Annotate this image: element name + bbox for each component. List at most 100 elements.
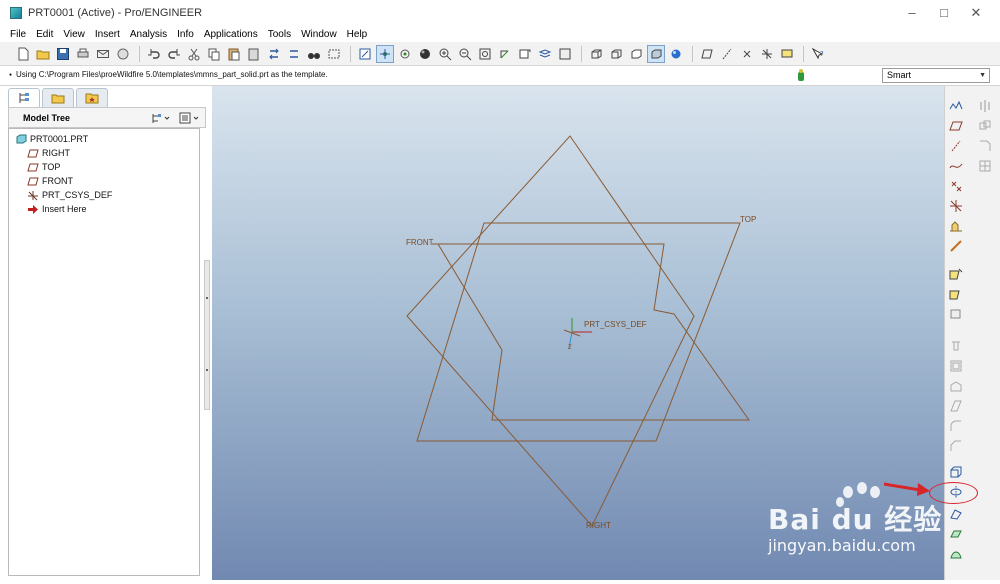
datum-plane-right[interactable] (406, 135, 695, 527)
regenerate-icon[interactable] (265, 45, 283, 63)
toolbar-separator (581, 45, 582, 62)
tab-favorites[interactable] (76, 88, 108, 107)
close-button[interactable]: ✕ (966, 4, 986, 22)
csys-tool-icon[interactable] (948, 198, 964, 214)
wireframe-icon[interactable] (587, 45, 605, 63)
tab-folder-browser[interactable] (42, 88, 74, 107)
csys-label: PRT_CSYS_DEF (584, 320, 647, 329)
menu-edit[interactable]: Edit (31, 29, 58, 40)
insert-feature-icon[interactable] (948, 238, 964, 254)
repaint-icon[interactable] (356, 45, 374, 63)
annotation-display-icon[interactable] (778, 45, 796, 63)
shading-icon[interactable] (647, 44, 665, 63)
print-icon[interactable] (74, 45, 92, 63)
rib-tool-icon[interactable] (948, 378, 964, 394)
menu-tools[interactable]: Tools (263, 29, 296, 40)
layers-icon[interactable] (536, 45, 554, 63)
tree-item-top[interactable]: TOP (27, 160, 60, 174)
selection-filter-dropdown[interactable]: Smart ▼ (882, 68, 990, 83)
zoom-in-icon[interactable] (436, 45, 454, 63)
toolbar-separator (139, 45, 140, 62)
zoom-out-icon[interactable] (456, 45, 474, 63)
copy-icon[interactable] (205, 45, 223, 63)
select-box-icon[interactable] (325, 45, 343, 63)
tree-item-front[interactable]: FRONT (27, 174, 73, 188)
email-attachment-icon[interactable] (114, 45, 132, 63)
open-folder-icon[interactable] (34, 45, 52, 63)
menu-insert[interactable]: Insert (90, 29, 125, 40)
context-help-icon[interactable]: ? (809, 45, 827, 63)
datum-display-filter-icon[interactable] (948, 98, 964, 114)
coordinate-system-icon (28, 190, 38, 200)
datum-planes-display-icon[interactable] (698, 45, 716, 63)
menu-file[interactable]: File (0, 29, 31, 40)
orient-mode-icon[interactable] (396, 45, 414, 63)
datum-points-display-icon[interactable] (738, 45, 756, 63)
extrude-tool-icon[interactable] (948, 464, 964, 480)
view-manager-icon[interactable] (556, 45, 574, 63)
tab-model-tree[interactable] (8, 88, 40, 107)
save-icon[interactable] (54, 45, 72, 63)
no-hidden-icon[interactable] (627, 45, 645, 63)
toolbar-separator (692, 45, 693, 62)
hole-tool-icon[interactable] (948, 338, 964, 354)
swept-blend-icon[interactable] (948, 526, 964, 542)
shell-tool-icon[interactable] (948, 358, 964, 374)
tree-item-part[interactable]: PRT0001.PRT (15, 132, 88, 146)
menu-analysis[interactable]: Analysis (125, 29, 172, 40)
navigator-sash[interactable] (204, 260, 210, 410)
merge-tool-icon[interactable] (977, 118, 993, 134)
sketch-tool-icon[interactable] (948, 266, 964, 282)
redo-icon[interactable] (165, 45, 183, 63)
tree-settings-icon (152, 114, 170, 123)
insert-here-arrow-icon (28, 204, 38, 214)
plane-label-top: TOP (740, 215, 757, 224)
regen-manager-icon[interactable] (285, 45, 303, 63)
tree-item-right[interactable]: RIGHT (27, 146, 70, 160)
cut-icon[interactable] (185, 45, 203, 63)
tree-item-insert-here[interactable]: Insert Here (27, 202, 87, 216)
saved-views-icon[interactable] (516, 45, 534, 63)
datum-point-tool-icon[interactable] (948, 178, 964, 194)
style-tool-icon[interactable] (948, 546, 964, 562)
tree-item-csys[interactable]: PRT_CSYS_DEF (27, 188, 112, 202)
datum-axes-display-icon[interactable] (718, 45, 736, 63)
mirror-tool-icon[interactable] (977, 98, 993, 114)
paste-special-icon[interactable] (245, 45, 263, 63)
menu-view[interactable]: View (58, 29, 90, 40)
datum-curve-tool-icon[interactable] (948, 158, 964, 174)
sketch-setup-icon[interactable] (948, 286, 964, 302)
enhanced-realism-icon[interactable] (667, 45, 685, 63)
tree-settings-button[interactable] (151, 111, 173, 125)
minimize-button[interactable]: – (902, 4, 922, 22)
datum-plane-tool-icon[interactable] (948, 118, 964, 134)
paste-icon[interactable] (225, 45, 243, 63)
pattern-tool-icon[interactable] (977, 158, 993, 174)
appearance-sphere-icon[interactable] (416, 45, 434, 63)
email-icon[interactable] (94, 45, 112, 63)
analysis-feature-icon[interactable] (948, 218, 964, 234)
spin-center-icon[interactable] (376, 44, 394, 63)
menu-info[interactable]: Info (172, 29, 199, 40)
tree-show-button[interactable] (179, 111, 201, 125)
refit-icon[interactable] (476, 45, 494, 63)
chamfer-tool-icon[interactable] (948, 438, 964, 454)
menu-applications[interactable]: Applications (199, 29, 263, 40)
reorient-icon[interactable] (496, 45, 514, 63)
undo-icon[interactable] (145, 45, 163, 63)
new-file-icon[interactable] (14, 45, 32, 63)
datum-plane-front[interactable] (437, 243, 750, 421)
maximize-button[interactable]: □ (934, 4, 954, 22)
boundary-blend-icon[interactable] (948, 306, 964, 322)
round-tool-icon[interactable] (948, 418, 964, 434)
toolbar-separator (350, 45, 351, 62)
csys-display-icon[interactable] (758, 45, 776, 63)
trim-tool-icon[interactable] (977, 138, 993, 154)
variable-section-sweep-icon[interactable] (948, 506, 964, 522)
menu-window[interactable]: Window (296, 29, 342, 40)
find-icon[interactable] (305, 45, 323, 63)
datum-axis-tool-icon[interactable] (948, 138, 964, 154)
hidden-line-icon[interactable] (607, 45, 625, 63)
menu-help[interactable]: Help (342, 29, 373, 40)
draft-tool-icon[interactable] (948, 398, 964, 414)
